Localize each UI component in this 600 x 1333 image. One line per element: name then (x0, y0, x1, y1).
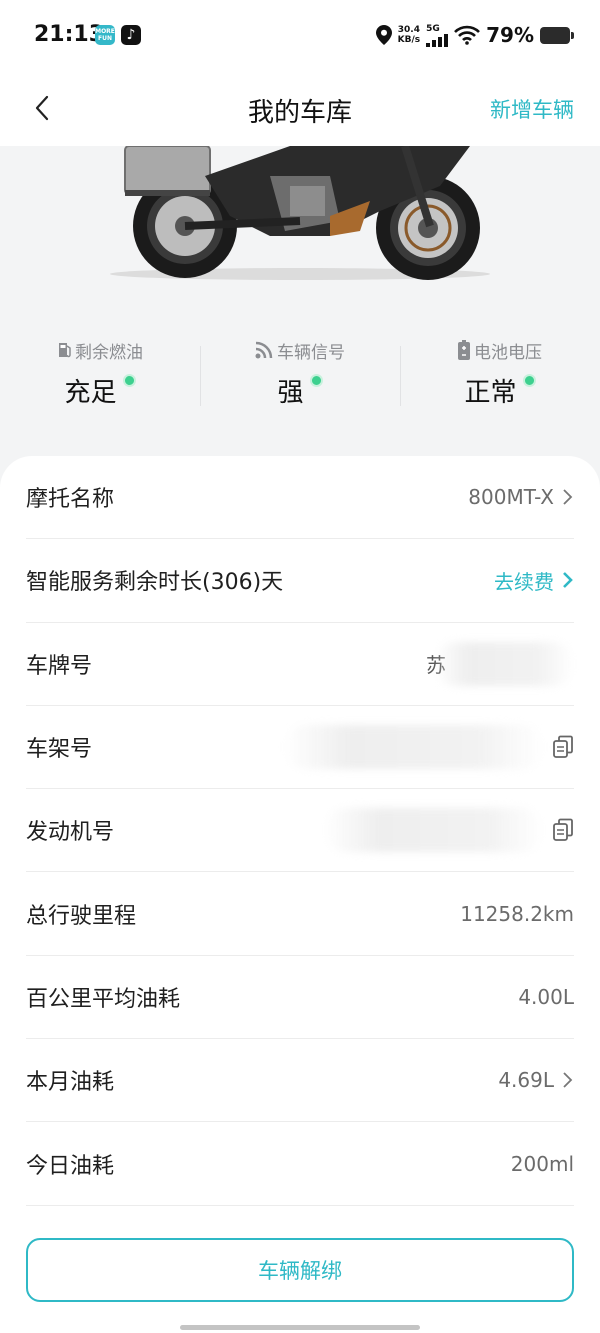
status-ok-dot (122, 374, 136, 387)
renew-button[interactable]: 去续费 (494, 566, 574, 595)
stat-signal-value: 强 (277, 378, 304, 408)
renew-label: 去续费 (494, 569, 554, 594)
details-list: 摩托名称 800MT-X 智能服务剩余时长(306)天 去续费 车牌号 苏 车架… (26, 456, 574, 1206)
redacted-value (324, 808, 544, 853)
row-label: 总行驶里程 (26, 903, 137, 929)
row-today-consumption: 今日油耗 200ml (26, 1122, 574, 1206)
row-label: 发动机号 (26, 820, 115, 846)
row-label: 车牌号 (26, 653, 93, 679)
battery-icon (458, 340, 470, 360)
chevron-right-icon (563, 489, 573, 505)
row-frame-number: 车架号 (26, 706, 574, 790)
row-avg-consumption: 百公里平均油耗 4.00L (26, 956, 574, 1040)
battery-percentage: 79% (486, 23, 534, 47)
app-header: 我的车库 新增车辆 (0, 70, 600, 146)
copy-icon[interactable] (552, 818, 574, 842)
status-ok-dot (522, 374, 536, 387)
row-total-mileage: 总行驶里程 11258.2km (26, 872, 574, 956)
signal-icon (255, 341, 273, 359)
row-label: 摩托名称 (26, 487, 115, 513)
row-service-remaining[interactable]: 智能服务剩余时长(306)天 去续费 (26, 539, 574, 623)
status-time: 21:13 (34, 22, 105, 47)
stat-battery-value: 正常 (464, 378, 517, 408)
morefun-app-icon: MORE FUN (95, 25, 115, 45)
vehicle-details-card: 摩托名称 800MT-X 智能服务剩余时长(306)天 去续费 车牌号 苏 车架… (0, 456, 600, 1333)
wifi-icon (454, 25, 481, 45)
redacted-value (434, 641, 574, 686)
chevron-right-icon (563, 572, 573, 589)
network-speed: 30.4 KB/s (397, 25, 421, 45)
status-bar: 21:13 MORE FUN ♪ 30.4 KB/s 5G 79% (0, 0, 600, 70)
row-month-consumption[interactable]: 本月油耗 4.69L (26, 1039, 574, 1123)
cellular-indicator: 5G (426, 23, 449, 47)
redacted-value (284, 725, 544, 770)
row-label: 本月油耗 (26, 1070, 115, 1096)
stat-signal: 车辆信号 强 (200, 338, 400, 418)
row-label: 百公里平均油耗 (26, 986, 181, 1012)
unbind-vehicle-button[interactable]: 车辆解绑 (26, 1238, 574, 1302)
stat-fuel-value: 充足 (64, 378, 117, 408)
today-consumption-value: 200ml (510, 1151, 574, 1176)
add-vehicle-button[interactable]: 新增车辆 (490, 94, 574, 124)
battery-icon (540, 26, 574, 44)
stat-fuel-label: 剩余燃油 (75, 342, 143, 363)
network-type: 5G (426, 23, 440, 34)
mileage-value: 11258.2km (460, 901, 574, 926)
moto-name-value: 800MT-X (468, 485, 554, 510)
fuel-icon (59, 343, 71, 358)
status-ok-dot (309, 374, 323, 387)
row-label: 智能服务剩余时长(306)天 (26, 570, 284, 596)
home-indicator[interactable] (180, 1325, 420, 1330)
stat-battery-label: 电池电压 (474, 342, 542, 363)
row-plate-number: 车牌号 苏 (26, 623, 574, 706)
row-engine-number: 发动机号 (26, 789, 574, 873)
vehicle-status-stats: 剩余燃油 充足 车辆信号 强 电池电压 正常 (0, 338, 600, 418)
chevron-right-icon (563, 1072, 573, 1088)
month-consumption-value: 4.69L (498, 1068, 554, 1093)
copy-icon[interactable] (552, 735, 574, 759)
tiktok-icon: ♪ (121, 25, 141, 45)
row-label: 车架号 (26, 737, 93, 763)
stat-signal-label: 车辆信号 (277, 342, 345, 363)
motorcycle-image (0, 146, 600, 296)
cellular-signal-icon (426, 33, 449, 47)
row-moto-name[interactable]: 摩托名称 800MT-X (26, 456, 574, 540)
row-label: 今日油耗 (26, 1153, 115, 1179)
status-indicators: 30.4 KB/s 5G 79% (375, 20, 574, 50)
stat-fuel: 剩余燃油 充足 (0, 338, 200, 418)
motorcycle-illustration (110, 146, 490, 280)
stat-battery: 电池电压 正常 (400, 338, 600, 418)
location-icon (375, 25, 392, 45)
avg-consumption-value: 4.00L (518, 984, 574, 1009)
